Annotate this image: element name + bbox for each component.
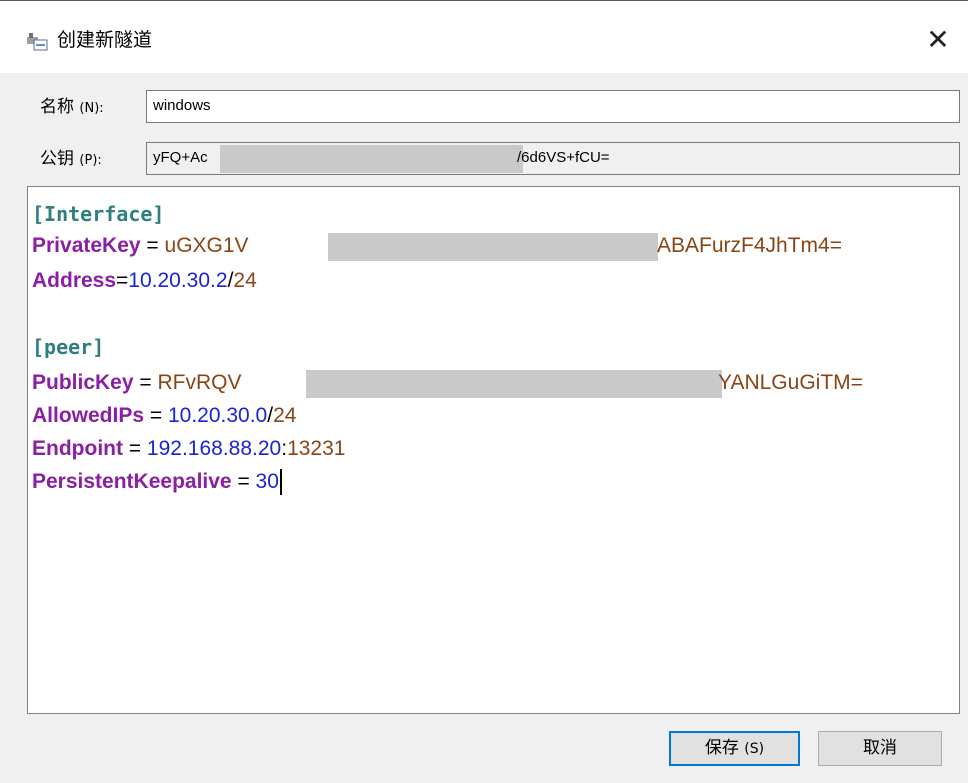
public-key-line: PublicKey = RFvRQV <box>32 367 241 399</box>
private-key-redaction <box>328 233 658 261</box>
name-label-text: 名称 <box>40 97 74 117</box>
address-name: Address <box>32 269 117 292</box>
keepalive-eq: = <box>231 470 256 493</box>
address-eq: = <box>116 269 129 292</box>
pubkey-field: yFQ+Ac /6d6VS+fCU= <box>146 142 960 175</box>
public-key-prefix: RFvRQV <box>157 371 242 394</box>
save-button-label: 保存 <box>704 738 739 758</box>
address-ip: 10.20.30.2 <box>128 269 228 292</box>
private-key-prefix: uGXG1V <box>164 234 249 257</box>
save-button-shortcut: (S) <box>744 741 765 757</box>
allowed-ips-mask: 24 <box>273 404 297 427</box>
private-key-tail: ABAFurzF4JhTm4= <box>657 230 842 262</box>
name-shortcut: (N): <box>79 101 104 116</box>
name-label: 名称 (N): <box>40 95 104 121</box>
pubkey-redaction <box>220 145 523 173</box>
allowed-ips-line: AllowedIPs = 10.20.30.0/24 <box>32 400 296 432</box>
allowed-ips-ip: 10.20.30.0 <box>167 404 268 427</box>
private-key-line: PrivateKey = uGXG1V <box>32 230 249 262</box>
keepalive-name: PersistentKeepalive <box>32 470 232 493</box>
private-key-suffix: ABAFurzF4JhTm4= <box>657 234 842 257</box>
endpoint-line: Endpoint = 192.168.88.20:13231 <box>32 433 345 465</box>
pubkey-prefix: yFQ+Ac <box>153 149 208 166</box>
public-key-name: PublicKey <box>32 371 134 394</box>
public-key-redaction <box>306 370 722 398</box>
name-input[interactable]: windows <box>146 90 960 123</box>
title-bar: 创建新隧道 ✕ <box>0 0 968 73</box>
address-mask: 24 <box>233 269 257 292</box>
private-key-name: PrivateKey <box>32 234 141 257</box>
tunnel-app-icon <box>27 33 48 51</box>
allowed-ips-name: AllowedIPs <box>32 404 145 427</box>
window-title: 创建新隧道 <box>57 29 153 51</box>
cancel-button[interactable]: 取消 <box>818 731 942 766</box>
close-icon[interactable]: ✕ <box>918 21 958 59</box>
endpoint-eq: = <box>122 437 147 460</box>
text-caret <box>279 469 282 496</box>
private-key-eq: = <box>140 234 165 257</box>
public-key-suffix: YANLGuGiTM= <box>718 371 863 394</box>
endpoint-host: 192.168.88.20 <box>146 437 282 460</box>
allowed-ips-eq: = <box>144 404 168 427</box>
peer-line: [peer] <box>32 331 104 363</box>
endpoint-name: Endpoint <box>32 437 123 460</box>
public-key-eq: = <box>133 371 158 394</box>
config-editor[interactable]: [Interface] PrivateKey = uGXG1V ABAFurzF… <box>27 186 960 714</box>
public-key-tail: YANLGuGiTM= <box>718 367 863 399</box>
peer-header: [peer] <box>32 335 105 359</box>
keepalive-value: 30 <box>255 470 279 493</box>
interface-header: [Interface] <box>32 202 165 226</box>
pubkey-label: 公钥 (P): <box>40 147 102 173</box>
pubkey-suffix: /6d6VS+fCU= <box>517 149 610 166</box>
endpoint-port: 13231 <box>287 437 346 460</box>
interface-line: [Interface] <box>32 198 164 230</box>
save-button[interactable]: 保存 (S) <box>669 731 800 766</box>
pubkey-label-text: 公钥 <box>40 149 74 169</box>
address-line: Address=10.20.30.2/24 <box>32 265 257 297</box>
keepalive-line: PersistentKeepalive = 30 <box>32 466 282 498</box>
pubkey-shortcut: (P): <box>79 153 102 168</box>
